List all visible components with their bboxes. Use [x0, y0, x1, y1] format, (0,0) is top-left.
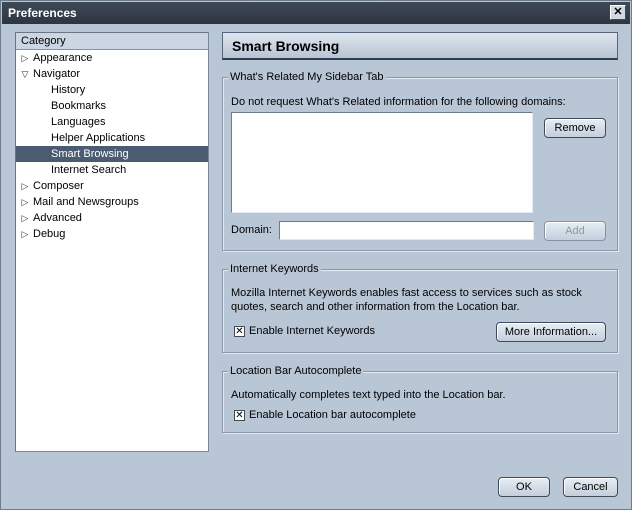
enable-autocomplete-checkbox[interactable]: ✕ — [234, 410, 245, 421]
add-button[interactable]: Add — [544, 221, 606, 241]
enable-keywords-checkbox[interactable]: ✕ — [234, 326, 245, 337]
ok-button[interactable]: OK — [498, 477, 550, 497]
tree-item-helper-applications[interactable]: Helper Applications — [16, 130, 208, 146]
keywords-description-line2: quotes, search and other information fro… — [231, 301, 520, 313]
tree-item-smart-browsing[interactable]: Smart Browsing — [16, 146, 208, 162]
tree-item-label: Mail and Newsgroups — [33, 196, 139, 208]
autocomplete-legend: Location Bar Autocomplete — [228, 364, 364, 378]
twisty-collapsed-icon[interactable]: ▷ — [20, 194, 30, 210]
autocomplete-description: Automatically completes text typed into … — [231, 389, 506, 401]
window-title: Preferences — [8, 6, 77, 20]
tree-item-label: Smart Browsing — [51, 148, 129, 160]
domain-label: Domain: — [231, 224, 272, 236]
tree-item-label: Internet Search — [51, 164, 127, 176]
cancel-button-label: Cancel — [573, 481, 608, 493]
more-information-label: More Information... — [504, 326, 598, 338]
tree-item-label: Composer — [33, 180, 84, 192]
category-tree[interactable]: Category ▷ Appearance ▽ Navigator History Boo… — [15, 32, 209, 452]
enable-autocomplete-label[interactable]: Enable Location bar autocomplete — [249, 408, 416, 422]
category-list: ▷ Appearance ▽ Navigator History Bookmarks Lan… — [16, 50, 208, 242]
tree-item-advanced[interactable]: ▷ Advanced — [16, 210, 208, 226]
excluded-domains-list[interactable] — [231, 112, 533, 213]
remove-button[interactable]: Remove — [544, 118, 606, 138]
tree-item-label: Debug — [33, 228, 66, 240]
ok-button-label: OK — [516, 481, 532, 493]
autocomplete-group: Location Bar Autocomplete — [222, 364, 618, 433]
page-title: Smart Browsing — [222, 32, 618, 60]
twisty-collapsed-icon[interactable]: ▷ — [20, 178, 30, 194]
tree-item-label: Advanced — [33, 212, 82, 224]
tree-item-label: Languages — [51, 116, 106, 128]
tree-item-bookmarks[interactable]: Bookmarks — [16, 98, 208, 114]
twisty-collapsed-icon[interactable]: ▷ — [20, 210, 30, 226]
keywords-description-line1: Mozilla Internet Keywords enables fast a… — [231, 287, 582, 299]
whats-related-description: Do not request What's Related informatio… — [231, 96, 566, 108]
tree-item-mail-and-newsgroups[interactable]: ▷ Mail and Newsgroups — [16, 194, 208, 210]
tree-item-label: Appearance — [33, 52, 93, 64]
tree-item-history[interactable]: History — [16, 82, 208, 98]
tree-item-appearance[interactable]: ▷ Appearance — [16, 50, 208, 66]
close-icon[interactable]: ✕ — [610, 5, 626, 20]
twisty-collapsed-icon[interactable]: ▷ — [20, 50, 30, 66]
category-column-header[interactable]: Category — [16, 33, 208, 50]
enable-keywords-label[interactable]: Enable Internet Keywords — [249, 324, 375, 338]
more-information-button[interactable]: More Information... — [496, 322, 606, 342]
twisty-expanded-icon[interactable]: ▽ — [20, 66, 30, 82]
tree-item-label: Bookmarks — [51, 100, 107, 112]
tree-item-languages[interactable]: Languages — [16, 114, 208, 130]
internet-keywords-legend: Internet Keywords — [228, 262, 321, 276]
domain-input[interactable] — [279, 221, 534, 240]
tree-item-navigator[interactable]: ▽ Navigator — [16, 66, 208, 82]
title-bar[interactable]: Preferences ✕ — [2, 2, 630, 24]
cancel-button[interactable]: Cancel — [563, 477, 618, 497]
tree-item-debug[interactable]: ▷ Debug — [16, 226, 208, 242]
tree-item-label: Helper Applications — [51, 132, 146, 144]
tree-item-label: History — [51, 84, 86, 96]
remove-button-label: Remove — [554, 122, 596, 134]
add-button-label: Add — [565, 225, 585, 237]
preferences-window: Preferences ✕ Category ▷ Appearance ▽ Navig… — [0, 0, 632, 510]
tree-item-label: Navigator — [33, 68, 81, 80]
tree-item-composer[interactable]: ▷ Composer — [16, 178, 208, 194]
tree-item-internet-search[interactable]: Internet Search — [16, 162, 208, 178]
whats-related-legend: What's Related My Sidebar Tab — [228, 70, 386, 84]
twisty-collapsed-icon[interactable]: ▷ — [20, 226, 30, 242]
